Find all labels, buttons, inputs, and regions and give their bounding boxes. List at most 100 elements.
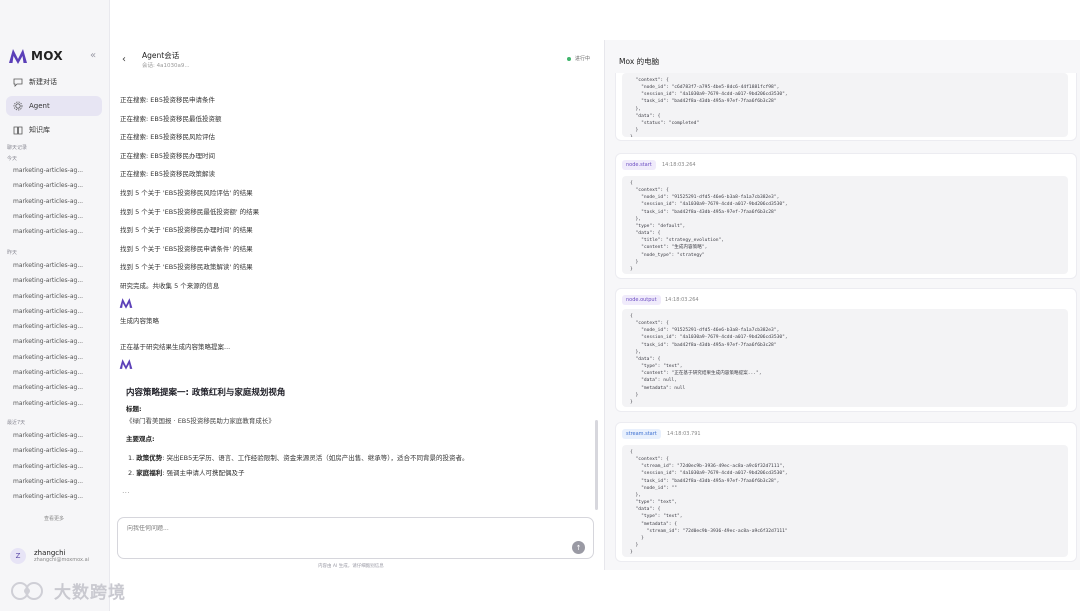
history-item[interactable]: marketing-articles-ag... xyxy=(13,209,83,224)
session-id: 会话: 4a1030a9... xyxy=(142,63,190,69)
sidebar: MOX « 新建对话 Agent 知识库 聊天记录 今天 marketing-a… xyxy=(0,0,110,611)
history-item[interactable]: marketing-articles-ag... xyxy=(13,350,83,365)
history-title: 聊天记录 xyxy=(7,145,28,151)
search-log-line: 找到 5 个关于 'EB5投资移民政策解读' 的结果 xyxy=(120,263,253,272)
nav-knowledge-base[interactable]: 知识库 xyxy=(6,120,102,140)
search-log-line: 正在搜索: EB5投资移民最低投资额 xyxy=(120,114,222,123)
group-today-label: 今天 xyxy=(7,156,18,162)
history-item[interactable]: marketing-articles-ag... xyxy=(13,289,83,304)
event-time: 14:18:03.264 xyxy=(665,297,699,303)
event-tag: node.output xyxy=(622,295,661,305)
proposal-heading-value: 《绿门看美国报 · EB5投资移民助力家庭教育成长》 xyxy=(126,417,275,425)
chat-title: Agent会话 xyxy=(142,51,180,60)
history-item[interactable]: marketing-articles-ag... xyxy=(13,428,83,443)
history-group-yesterday: marketing-articles-ag... marketing-artic… xyxy=(13,258,83,411)
log-json: { "context": { "stream_id": "72d0ec9b-39… xyxy=(622,445,1068,557)
history-item[interactable]: marketing-articles-ag... xyxy=(13,224,83,239)
step-progress: 正在基于研究结果生成内容策略提案... xyxy=(120,343,231,351)
nav-agent-label: Agent xyxy=(29,102,50,110)
log-card: stream.start 14:18:03.791 { "context": {… xyxy=(615,422,1077,562)
event-time: 14:18:03.791 xyxy=(667,431,701,437)
panel-title: Mox 的电脑 xyxy=(619,57,660,66)
history-item[interactable]: marketing-articles-ag... xyxy=(13,474,83,489)
history-group-last7days: marketing-articles-ag... marketing-artic… xyxy=(13,428,83,504)
message-list: 正在搜索: EB5投资移民申请条件 正在搜索: EB5投资移民最低投资额 正在搜… xyxy=(120,91,590,296)
nav-new-chat[interactable]: 新建对话 xyxy=(6,72,102,92)
search-log-line: 正在搜索: EB5投资移民风险评估 xyxy=(120,133,215,142)
nav-knowledge-base-label: 知识库 xyxy=(29,126,50,134)
point-text: : 强调主申请人可携配偶及子 xyxy=(162,469,245,477)
proposal-point: 2. 家庭福利: 强调主申请人可携配偶及子 xyxy=(128,467,245,477)
proposal-points-label: 主要观点: xyxy=(126,435,155,443)
history-item[interactable]: marketing-articles-ag... xyxy=(13,396,83,411)
history-item[interactable]: marketing-articles-ag... xyxy=(13,304,83,319)
history-item[interactable]: marketing-articles-ag... xyxy=(13,459,83,474)
chat-header: ‹ Agent会话 会话: 4a1030a9... 进行中 xyxy=(110,40,604,74)
collapse-sidebar-icon[interactable]: « xyxy=(90,50,96,61)
history-item[interactable]: marketing-articles-ag... xyxy=(13,365,83,380)
nav-agent[interactable]: Agent xyxy=(6,96,102,116)
history-item[interactable]: marketing-articles-ag... xyxy=(13,178,83,193)
brand-name: MOX xyxy=(31,49,63,63)
user-profile[interactable]: Z zhangchi zhangchi@moxmox.ai xyxy=(10,548,89,564)
group-yesterday-label: 昨天 xyxy=(7,250,18,256)
log-json: { "context": { "node_id": "91525291-dfd5… xyxy=(622,176,1068,274)
log-json: "context": { "node_id": "c6d783f7-a795-4… xyxy=(622,73,1068,137)
watermark: 大数跨境 xyxy=(10,578,126,603)
history-item[interactable]: marketing-articles-ag... xyxy=(13,334,83,349)
chat-bubble-icon xyxy=(13,77,23,87)
status-badge: 进行中 xyxy=(566,55,590,62)
arrow-up-icon: ↑ xyxy=(575,543,582,552)
message-input[interactable] xyxy=(127,525,547,532)
search-log-line: 正在搜索: EB5投资移民办理时间 xyxy=(120,151,215,160)
point-bold: 政策优势 xyxy=(136,454,163,462)
history-item[interactable]: marketing-articles-ag... xyxy=(13,163,83,178)
log-card: node.start 14:18:03.264 { "context": { "… xyxy=(615,153,1077,279)
history-item[interactable]: marketing-articles-ag... xyxy=(13,273,83,288)
log-card: node.output 14:18:03.264 { "context": { … xyxy=(615,288,1077,412)
book-icon xyxy=(13,125,23,135)
brand[interactable]: MOX xyxy=(8,48,63,64)
proposal-title: 内容策略提案一: 政策红利与家庭规划视角 xyxy=(126,388,286,398)
proposal-point: 1. 政策优势: 突出EB5无学历、语言、工作经验限制、资金来源灵活（如房产出售… xyxy=(128,452,469,462)
point-text: : 突出EB5无学历、语言、工作经验限制、资金来源灵活（如房产出售、继承等），适… xyxy=(162,454,469,462)
event-time: 14:18:03.264 xyxy=(662,162,696,168)
status-text: 进行中 xyxy=(574,56,590,62)
history-group-today: marketing-articles-ag... marketing-artic… xyxy=(13,163,83,239)
agent-gear-icon xyxy=(13,101,23,111)
mox-logo-icon xyxy=(119,359,133,370)
history-item[interactable]: marketing-articles-ag... xyxy=(13,319,83,334)
message-composer[interactable]: ↑ xyxy=(117,517,594,559)
view-more-link[interactable]: 查看更多 xyxy=(44,515,64,522)
history-item[interactable]: marketing-articles-ag... xyxy=(13,258,83,273)
search-log-line: 正在搜索: EB5投资移民政策解读 xyxy=(120,170,215,179)
step-label: 生成内容策略 xyxy=(120,317,159,325)
history-item[interactable]: marketing-articles-ag... xyxy=(13,489,83,504)
search-log-line: 找到 5 个关于 'EB5投资移民最低投资额' 的结果 xyxy=(120,207,260,216)
chat-scrollbar[interactable] xyxy=(595,420,598,510)
send-button[interactable]: ↑ xyxy=(572,541,585,554)
history-item[interactable]: marketing-articles-ag... xyxy=(13,380,83,395)
history-item[interactable]: marketing-articles-ag... xyxy=(13,194,83,209)
search-log-line: 找到 5 个关于 'EB5投资移民办理时间' 的结果 xyxy=(120,226,253,235)
search-log-line: 正在搜索: EB5投资移民申请条件 xyxy=(120,96,215,104)
log-json: { "context": { "node_id": "91525291-dfd5… xyxy=(622,309,1068,407)
point-number: 1. xyxy=(128,454,135,462)
event-tag: node.start xyxy=(622,160,656,170)
proposal-heading-label: 标题: xyxy=(126,405,142,413)
point-number: 2. xyxy=(128,469,135,477)
avatar: Z xyxy=(10,548,26,564)
ai-disclaimer: 内容由 AI 生成，请仔细甄别信息 xyxy=(318,564,384,569)
mox-logo-icon xyxy=(9,49,27,64)
user-email: zhangchi@moxmox.ai xyxy=(34,557,90,563)
mox-logo-icon xyxy=(119,298,133,309)
chevron-left-icon[interactable]: ‹ xyxy=(122,54,126,65)
history-item[interactable]: marketing-articles-ag... xyxy=(13,443,83,458)
event-tag: stream.start xyxy=(622,429,661,439)
log-card: "context": { "node_id": "c6d783f7-a795-4… xyxy=(615,73,1077,141)
typing-indicator: ... xyxy=(122,486,130,495)
search-log-line: 找到 5 个关于 'EB5投资移民风险评估' 的结果 xyxy=(120,188,253,197)
search-log-line: 找到 5 个关于 'EB5投资移民申请条件' 的结果 xyxy=(120,244,253,253)
watermark-logo-icon xyxy=(11,581,43,600)
user-name: zhangchi xyxy=(34,549,66,557)
